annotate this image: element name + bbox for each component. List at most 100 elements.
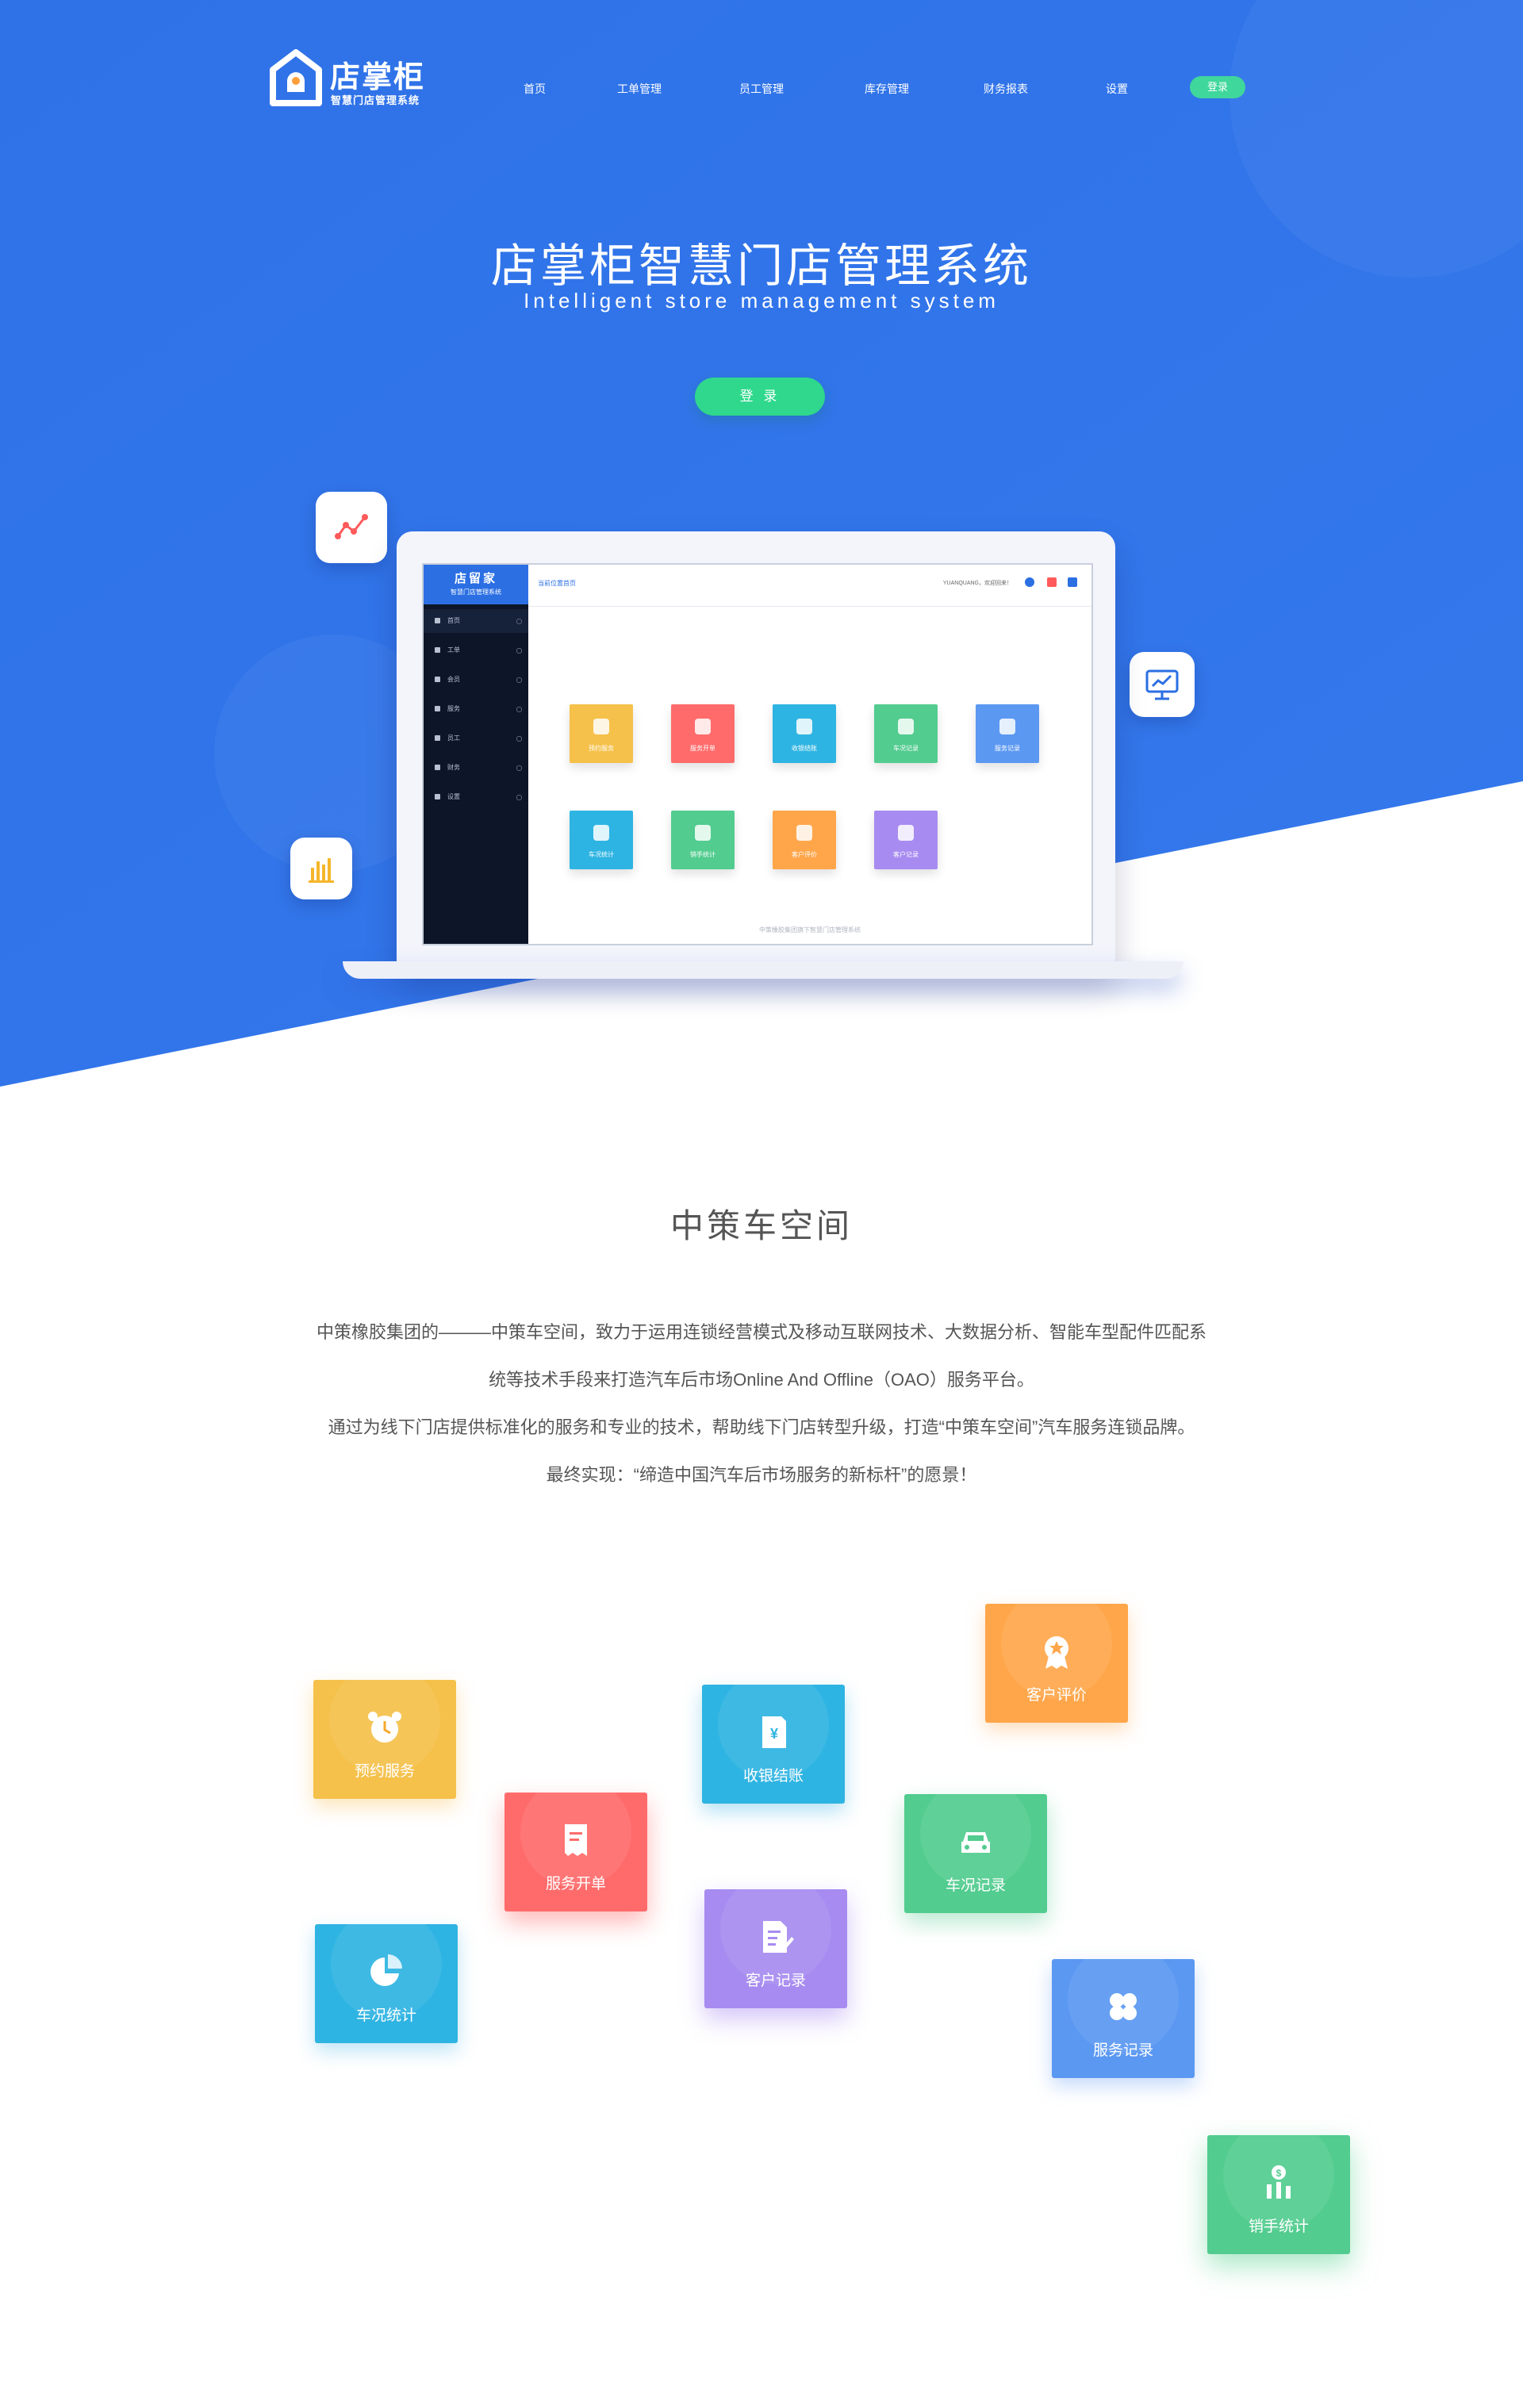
screen-tile[interactable]: 服务记录	[976, 704, 1039, 763]
money-bars-icon: $	[1267, 2165, 1291, 2199]
document-edit-icon	[763, 1921, 794, 1953]
house-logo-icon	[270, 49, 322, 106]
screen-brand-sub: 智慧门店管理系统	[451, 589, 501, 596]
chevron-icon	[516, 677, 522, 683]
screen-menu-label: 工单	[447, 646, 460, 654]
nav-inventory[interactable]: 库存管理	[865, 81, 909, 97]
car-icon	[898, 719, 914, 734]
user-icon[interactable]	[1025, 577, 1034, 587]
laptop-base	[343, 961, 1183, 979]
card-label: 服务记录	[1092, 2042, 1153, 2059]
bar-chart-badge	[290, 838, 352, 899]
card-customer-review[interactable]: 客户评价	[985, 1604, 1128, 1723]
nav-settings[interactable]: 设置	[1106, 81, 1128, 97]
card-customer-record[interactable]: 客户记录	[704, 1889, 847, 2008]
brand-logo[interactable]: 店掌柜 智慧门店管理系统	[270, 49, 436, 113]
screen-menu-label: 首页	[447, 617, 460, 624]
chevron-icon	[516, 707, 522, 712]
svg-text:¥: ¥	[770, 1726, 778, 1742]
trend-line-badge	[316, 492, 387, 563]
card-label: 销手统计	[1248, 2218, 1309, 2235]
screen-menu-item[interactable]: 工单	[424, 638, 528, 662]
screen-menu-item[interactable]: 首页	[424, 609, 528, 633]
screen-sidebar: 店留家 智慧门店管理系统 首页 工单 会员 服务 员工 财务 设置	[424, 565, 528, 944]
card-vehicle-record[interactable]: 车况记录	[904, 1794, 1047, 1913]
screen-breadcrumb[interactable]: 当前位置首页	[538, 579, 576, 588]
screen-menu-item[interactable]: 会员	[424, 668, 528, 692]
screen-menu-label: 会员	[447, 676, 460, 683]
alarm-clock-icon	[593, 719, 609, 734]
nav-login-button[interactable]: 登录	[1190, 76, 1245, 98]
section-title: 中策车空间	[669, 1207, 853, 1244]
chevron-icon	[516, 648, 522, 654]
hero-title: 店掌柜智慧门店管理系统	[490, 240, 1032, 292]
screen-brand: 店留家 智慧门店管理系统	[424, 565, 528, 604]
service-icon	[435, 706, 440, 711]
trend-line-icon	[335, 514, 368, 539]
screen-user-greeting: YUANQUANG，欢迎回来！	[942, 581, 1012, 586]
screen-tile-label: 客户评价	[792, 851, 817, 858]
award-icon	[796, 825, 812, 841]
card-service-record[interactable]: 服务记录	[1052, 1959, 1195, 2078]
top-nav: 店掌柜 智慧门店管理系统 首页 工单管理 员工管理 库存管理 财务报表 设置 登…	[0, 49, 1523, 128]
screen-tile-label: 服务开单	[690, 745, 715, 752]
logout-icon[interactable]	[1068, 577, 1077, 587]
screen-tile[interactable]: 销手统计	[671, 811, 735, 869]
gear-icon	[435, 794, 440, 799]
nav-staff[interactable]: 员工管理	[739, 81, 784, 97]
notification-icon[interactable]	[1047, 577, 1057, 587]
screen-tile[interactable]: 客户记录	[874, 811, 938, 869]
screen-menu-item[interactable]: 财务	[424, 756, 528, 780]
screen-menu-label: 设置	[447, 793, 460, 800]
intro-line-2: 统等技术手段来打造汽车后市场Online And Offline（OAO）服务平…	[489, 1370, 1034, 1390]
screen-tile-label: 车况统计	[589, 851, 614, 858]
laptop-mockup: 店留家 智慧门店管理系统 首页 工单 会员 服务 员工 财务 设置 当前位置首页…	[397, 531, 1115, 972]
screen-tile-label: 预约服务	[589, 745, 614, 752]
screen-tile[interactable]: 服务开单	[671, 704, 735, 763]
receipt-icon	[565, 1824, 587, 1856]
nav-work-orders[interactable]: 工单管理	[617, 81, 662, 97]
card-vehicle-stats[interactable]: 车况统计	[315, 1924, 458, 2043]
screen-menu-item[interactable]: 设置	[424, 785, 528, 809]
screen-menu-label: 财务	[447, 764, 460, 771]
receipt-icon	[695, 719, 711, 734]
screen-menu-item[interactable]: 员工	[424, 727, 528, 750]
money-bars-icon	[695, 825, 711, 841]
pie-chart-icon	[593, 825, 609, 841]
hero-login-button[interactable]: 登 录	[695, 378, 825, 416]
card-appointment[interactable]: 预约服务	[313, 1680, 456, 1799]
document-icon	[898, 825, 914, 841]
bar-chart-icon	[309, 858, 334, 883]
award-icon	[1045, 1636, 1068, 1669]
card-checkout[interactable]: ¥ 收银结账	[702, 1685, 845, 1804]
card-sales-stats[interactable]: $ 销手统计	[1207, 2135, 1350, 2254]
screen-menu-label: 员工	[447, 734, 460, 742]
card-label: 预约服务	[354, 1763, 415, 1780]
nav-home[interactable]: 首页	[524, 81, 546, 97]
chevron-icon	[516, 736, 522, 742]
clover-icon	[1110, 1993, 1137, 2020]
screen-tile[interactable]: 车况记录	[874, 704, 938, 763]
intro-line-1: 中策橡胶集团的———中策车空间，致力于运用连锁经营模式及移动互联网技术、大数据分…	[316, 1322, 1207, 1342]
screen-tile[interactable]: 车况统计	[570, 811, 633, 869]
alarm-clock-icon	[368, 1712, 401, 1743]
home-icon	[435, 618, 440, 623]
staff-icon	[435, 735, 440, 741]
yen-icon	[796, 719, 812, 734]
intro-line-3: 通过为线下门店提供标准化的服务和专业的技术，帮助线下门店转型升级，打造“中策车空…	[328, 1417, 1195, 1437]
screen-tile-label: 收银结账	[792, 745, 817, 752]
intro-line-4: 最终实现：“缔造中国汽车后市场服务的新标杆”的愿景！	[546, 1465, 977, 1485]
card-label: 客户记录	[745, 1973, 806, 1989]
screen-topbar: 当前位置首页 YUANQUANG，欢迎回来！	[528, 565, 1091, 607]
screen-tile[interactable]: 收银结账	[773, 704, 836, 763]
nav-finance[interactable]: 财务报表	[984, 81, 1028, 97]
screen-tile[interactable]: 预约服务	[570, 704, 633, 763]
card-open-order[interactable]: 服务开单	[504, 1793, 647, 1911]
screen-tile-label: 销手统计	[690, 851, 715, 858]
screen-brand-title: 店留家	[454, 572, 497, 585]
hero-subtitle: Intelligent store management system	[524, 289, 999, 313]
card-label: 服务开单	[545, 1876, 606, 1892]
screen-menu-item[interactable]: 服务	[424, 697, 528, 721]
screen-tile[interactable]: 客户评价	[773, 811, 836, 869]
clover-icon	[999, 719, 1015, 734]
